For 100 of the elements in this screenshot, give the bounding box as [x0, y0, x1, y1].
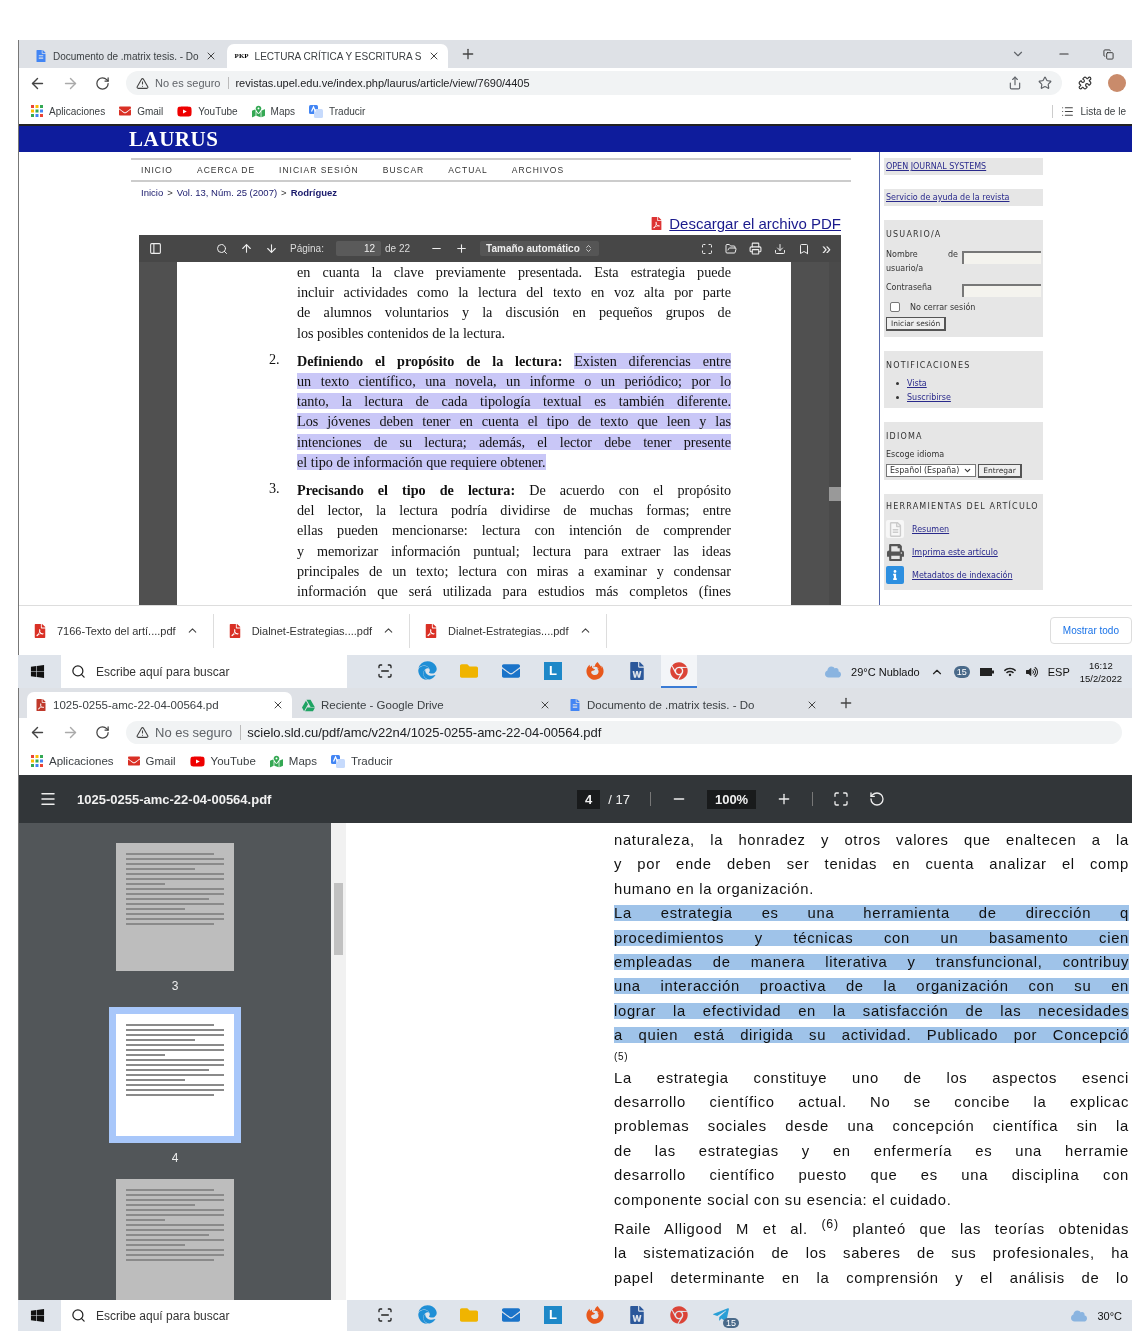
search-field[interactable]: Escribe aquí para buscar — [61, 1300, 347, 1331]
sidebar-link[interactable]: Resumen — [912, 524, 950, 534]
sidebar-link[interactable]: OPEN JOURNAL SYSTEMS — [886, 162, 1041, 171]
sidebar-link[interactable]: Metadatos de indexación — [912, 570, 1013, 580]
language-select[interactable]: Español (España) — [886, 464, 977, 477]
download-icon[interactable] — [774, 242, 787, 255]
sidebar-link[interactable]: Vista — [907, 379, 927, 388]
list-number: 2. — [269, 350, 281, 369]
zoom-field[interactable]: 100% — [706, 789, 757, 809]
bookmark-link[interactable]: Aplicaciones — [31, 105, 106, 117]
more-tools-button[interactable]: » — [822, 239, 831, 258]
puzzle-icon[interactable] — [1078, 76, 1092, 90]
reading-list-button[interactable]: Lista de le — [1052, 104, 1126, 118]
share-icon[interactable] — [1008, 76, 1022, 90]
search-field[interactable]: Escribe aquí para buscar — [61, 655, 347, 688]
sidebar-link[interactable]: Imprima este artículo — [912, 547, 998, 557]
breadcrumb-link[interactable]: Rodríguez — [290, 187, 338, 198]
taskbar-app[interactable] — [661, 655, 697, 688]
scrollbar[interactable] — [331, 823, 346, 1300]
nav-link[interactable]: ACERCA DE — [197, 165, 256, 175]
text-line: del lector, la lectura podría dividirse de muchas formas; entre — [297, 501, 731, 521]
zoom-select[interactable]: Tamaño automático — [480, 241, 599, 256]
avatar-circle[interactable] — [1108, 74, 1126, 92]
text-line: desarrollo científico actual. No se concibe la explicac — [614, 1093, 1129, 1113]
nav-link[interactable]: INICIO — [141, 165, 173, 175]
language-indicator[interactable]: ESP — [1047, 665, 1070, 678]
taskbar-app[interactable]: L — [535, 655, 571, 688]
print-icon[interactable] — [749, 242, 763, 255]
browser-tab[interactable]: Documento de .matrix tesis. - Do — [561, 692, 826, 718]
open-file-icon[interactable] — [725, 242, 738, 255]
bookmark-link[interactable]: Aplicaciones — [31, 755, 114, 767]
nav-link[interactable]: ARCHIVOS — [511, 165, 565, 175]
page-number-field[interactable]: 4 — [577, 789, 601, 809]
new-tab-icon[interactable] — [838, 695, 854, 711]
start-windows-icon[interactable] — [30, 664, 45, 679]
reload-icon[interactable] — [95, 75, 110, 91]
block-title: NOTIFICACIONES — [886, 360, 972, 372]
bookmark-link[interactable]: Traducir — [330, 754, 393, 768]
browser-tab[interactable]: Documento de .matrix tesis. - Do — [27, 44, 225, 68]
chevron-down-icon — [963, 466, 973, 475]
nav-link[interactable]: ACTUAL — [448, 165, 488, 175]
show-all-button[interactable]: Mostrar todo — [1049, 617, 1132, 644]
breadcrumb-link[interactable]: Vol. 13, Núm. 25 (2007) — [176, 187, 278, 198]
bookmark-icon[interactable] — [798, 242, 811, 255]
bookmark-link[interactable]: Gmail — [119, 105, 164, 117]
nav-link[interactable]: INICIAR SESIÓN — [279, 165, 359, 175]
restore-icon[interactable] — [1103, 48, 1114, 60]
page-thumbnail[interactable] — [116, 843, 234, 971]
bullet-icon — [896, 396, 899, 399]
zoom-in-icon[interactable] — [455, 242, 469, 255]
close-icon[interactable] — [539, 699, 551, 711]
bookmark-link[interactable]: Maps — [251, 104, 296, 118]
sidebar-toggle-icon[interactable] — [149, 242, 162, 255]
browser-tab[interactable]: 1025-0255-amc-22-04-00564.pd — [27, 692, 292, 718]
browser-tab[interactable]: Reciente - Google Drive — [294, 692, 559, 718]
pdf-file-icon — [424, 623, 439, 638]
bookmark-link[interactable]: YouTube — [177, 103, 238, 119]
rotate-icon[interactable] — [869, 791, 886, 807]
translate-icon — [309, 104, 324, 118]
breadcrumb-link[interactable]: Inicio — [141, 187, 164, 198]
page-thumbnail[interactable] — [109, 1007, 241, 1143]
fullscreen-icon[interactable] — [701, 242, 714, 255]
page-number-field[interactable]: 12 — [335, 241, 382, 256]
checkbox[interactable] — [890, 302, 900, 312]
download-item[interactable]: Dialnet-Estrategias....pdf — [410, 613, 607, 648]
address-bar[interactable]: No es seguro scielo.sld.cu/pdf/amc/v22n4/1025-0255-amc-22-04-00564.pdf — [126, 721, 1122, 744]
taskbar-app[interactable]: 15 — [703, 1300, 739, 1331]
bookmark-link[interactable]: YouTube — [189, 753, 256, 769]
username-field[interactable] — [962, 251, 1041, 264]
up-arrow-icon[interactable] — [240, 242, 253, 255]
field-label: Escoge idioma — [886, 450, 946, 459]
wifi-icon — [1003, 665, 1016, 678]
checkbox-label: No cerrar sesión — [910, 302, 976, 312]
bookmark-link[interactable]: Traducir — [309, 104, 366, 118]
download-item[interactable]: 7166-Texto del artí....pdf — [19, 613, 214, 648]
search-icon[interactable] — [216, 242, 228, 255]
clock[interactable]: 16:12 15/2/2022 — [1079, 658, 1122, 685]
scrollbar[interactable] — [829, 262, 841, 605]
sidebar-link[interactable]: Servicio de ayuda de la revista — [886, 193, 1041, 202]
sidebar-link[interactable]: Suscribirse — [907, 393, 951, 402]
page-thumbnail[interactable] — [116, 1179, 234, 1300]
password-field[interactable] — [962, 284, 1041, 297]
address-bar[interactable]: No es seguro revistas.upel.edu.ve/index.php/laurus/article/view/7690/4405 — [126, 71, 1062, 95]
taskbar-app[interactable]: L — [535, 1300, 571, 1331]
close-icon[interactable] — [806, 699, 818, 711]
down-arrow-icon[interactable] — [265, 242, 278, 255]
bookmark-link[interactable]: Gmail — [127, 755, 176, 767]
thumbnail-label: 4 — [171, 1151, 179, 1165]
fox-browser-icon — [586, 661, 604, 680]
text-line: incluir actividades como la lectura del texto en voz alta por parte — [297, 283, 731, 303]
reload-icon[interactable] — [95, 725, 110, 740]
fit-page-icon[interactable] — [833, 791, 850, 807]
menu-icon[interactable] — [39, 790, 57, 808]
star-icon[interactable] — [1038, 76, 1052, 90]
bookmark-link[interactable]: Maps — [269, 754, 317, 768]
start-windows-icon[interactable] — [30, 1308, 45, 1323]
download-item[interactable]: Dialnet-Estrategias....pdf — [213, 613, 411, 648]
nav-link[interactable]: BUSCAR — [382, 165, 425, 175]
close-icon[interactable] — [272, 699, 284, 711]
download-pdf-link[interactable]: Descargar el archivo PDF — [669, 215, 841, 232]
